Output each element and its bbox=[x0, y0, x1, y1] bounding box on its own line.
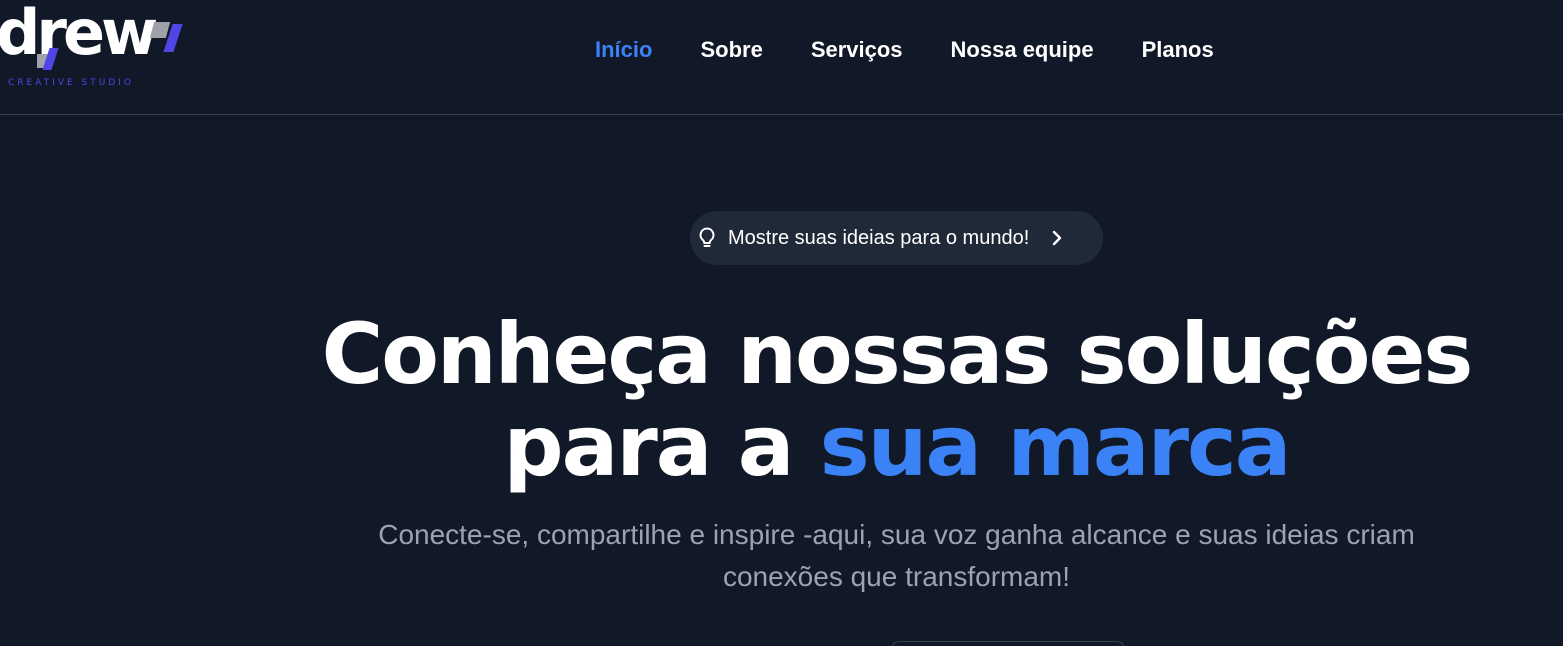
site-header: drew CREATIVE STUDIO Início Sobre Serviç… bbox=[0, 0, 1563, 115]
hero-title: Conheça nossas soluções para a sua marca bbox=[0, 308, 1563, 492]
announcement-text: Mostre suas ideias para o mundo! bbox=[728, 226, 1030, 249]
chevron-right-icon bbox=[1049, 228, 1065, 248]
logo-gray-square bbox=[149, 22, 171, 38]
nav-item-inicio[interactable]: Início bbox=[595, 36, 652, 64]
nav-item-nossa-equipe[interactable]: Nossa equipe bbox=[951, 36, 1094, 64]
hero-title-line1: Conheça nossas soluções bbox=[321, 305, 1474, 403]
brand-logo[interactable]: drew CREATIVE STUDIO bbox=[0, 2, 190, 93]
nav-item-servicos[interactable]: Serviços bbox=[811, 36, 903, 64]
brand-wordmark: drew bbox=[0, 0, 158, 69]
nav-item-planos[interactable]: Planos bbox=[1142, 36, 1214, 64]
main-nav: Início Sobre Serviços Nossa equipe Plano… bbox=[595, 36, 1262, 64]
nav-item-sobre[interactable]: Sobre bbox=[700, 36, 762, 64]
lightbulb-icon bbox=[696, 226, 718, 250]
brand-tagline: CREATIVE STUDIO bbox=[8, 78, 135, 88]
hero-title-line2-prefix: para a bbox=[503, 397, 820, 495]
page: drew CREATIVE STUDIO Início Sobre Serviç… bbox=[0, 0, 1563, 646]
cta-button-partial[interactable] bbox=[890, 641, 1126, 646]
announcement-pill[interactable]: Mostre suas ideias para o mundo! bbox=[690, 211, 1103, 265]
hero-title-accent: sua marca bbox=[819, 397, 1292, 495]
hero-subtitle: Conecte-se, compartilhe e inspire -aqui,… bbox=[378, 519, 1415, 592]
